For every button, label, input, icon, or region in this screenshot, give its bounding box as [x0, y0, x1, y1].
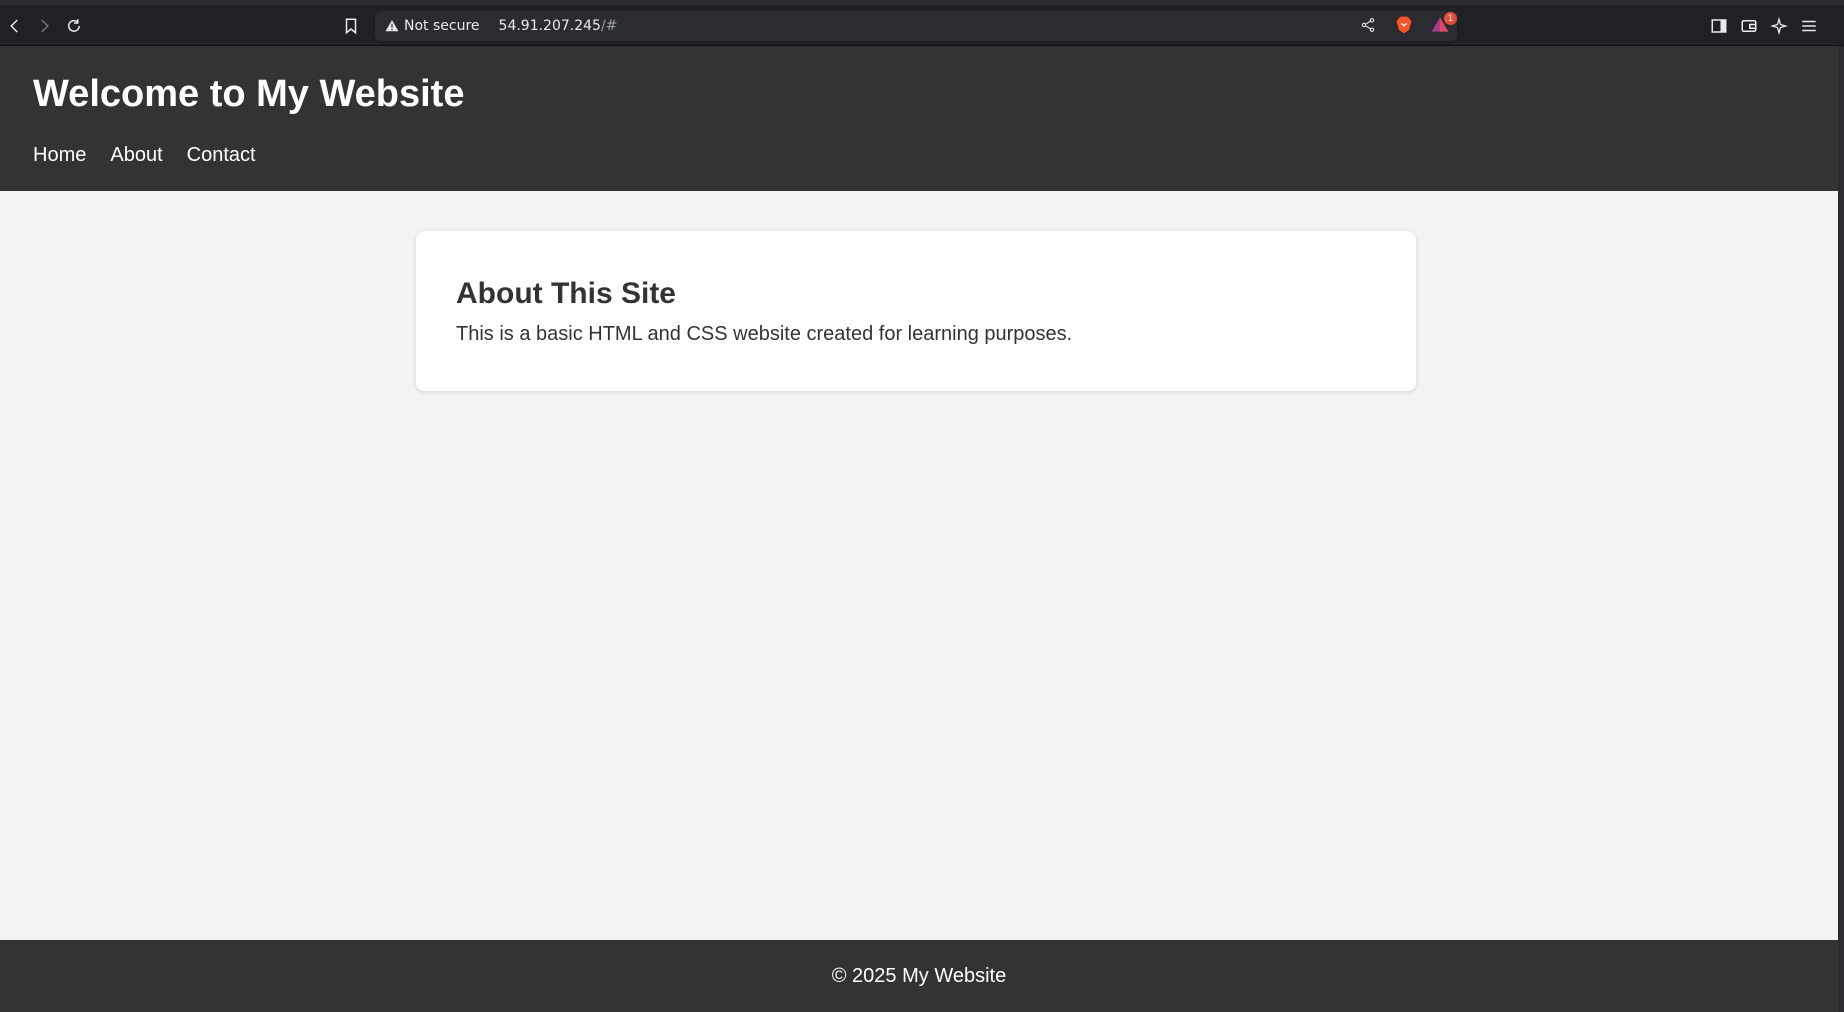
leo-ai-button[interactable]	[1770, 17, 1788, 35]
about-heading: About This Site	[456, 277, 676, 310]
footer-copyright: © 2025 My Website	[831, 964, 1007, 987]
site-nav: Home About Contact	[33, 144, 256, 167]
back-arrow-icon	[10, 19, 18, 33]
window-scrollbar[interactable]	[1838, 46, 1844, 1012]
sidebar-toggle-button[interactable]	[1710, 17, 1728, 35]
security-indicator[interactable]: Not secure	[385, 18, 480, 34]
brave-lion-icon	[1396, 16, 1412, 34]
back-button[interactable]	[4, 15, 26, 37]
main-menu-button[interactable]	[1800, 17, 1818, 35]
share-button[interactable]	[1357, 14, 1379, 36]
nav-link-contact[interactable]: Contact	[187, 144, 256, 167]
url-host: 54.91.207.245	[498, 18, 601, 34]
bookmark-icon	[345, 18, 357, 35]
brave-rewards-button[interactable]: 1	[1429, 12, 1457, 36]
security-label: Not secure	[404, 18, 480, 34]
notification-badge: 1	[1444, 12, 1457, 25]
nav-link-home[interactable]: Home	[33, 144, 86, 167]
sidebar-icon	[1711, 19, 1727, 33]
bookmark-button[interactable]	[340, 15, 362, 37]
address-bar[interactable]: Not secure 54.91.207.245/# 1	[375, 11, 1457, 41]
forward-arrow-icon	[41, 19, 49, 33]
browser-toolbar: Not secure 54.91.207.245/# 1	[0, 0, 1844, 46]
reload-button[interactable]	[63, 15, 85, 37]
sparkle-icon	[1770, 17, 1788, 35]
site-footer: © 2025 My Website	[0, 940, 1838, 1012]
forward-button[interactable]	[33, 15, 55, 37]
site-title: Welcome to My Website	[33, 73, 465, 115]
url-path: /#	[600, 18, 618, 34]
wallet-button[interactable]	[1740, 17, 1758, 35]
site-header: Welcome to My Website Home About Contact	[0, 46, 1838, 191]
about-card: About This Site This is a basic HTML and…	[416, 231, 1416, 391]
about-text: This is a basic HTML and CSS website cre…	[456, 323, 1073, 345]
reload-icon	[68, 19, 80, 32]
wallet-icon	[1741, 20, 1757, 32]
nav-link-about[interactable]: About	[110, 144, 162, 167]
brave-shields-button[interactable]	[1393, 14, 1415, 36]
warning-triangle-icon	[385, 20, 399, 32]
share-icon	[1361, 18, 1375, 32]
hamburger-menu-icon	[1802, 20, 1816, 32]
